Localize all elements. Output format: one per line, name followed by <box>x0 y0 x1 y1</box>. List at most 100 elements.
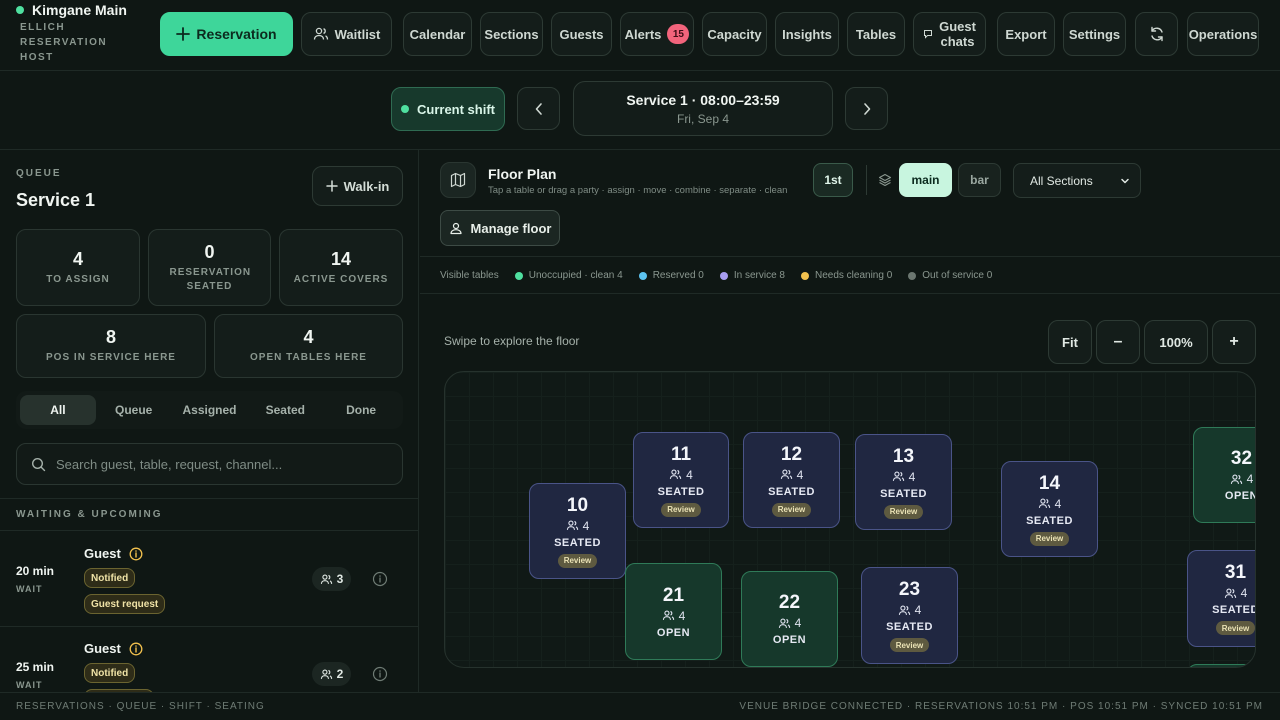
table-card-32[interactable]: 32 4 OPEN <box>1193 427 1255 523</box>
waitlist-button[interactable]: Waitlist <box>301 12 392 56</box>
guests-button[interactable]: Guests <box>551 12 612 56</box>
settings-button[interactable]: Settings <box>1063 12 1126 56</box>
capacity-button[interactable]: Capacity <box>702 12 767 56</box>
review-badge[interactable]: Review <box>771 502 812 517</box>
venue-subtitle: ELLICH RESERVATION HOST <box>20 22 108 63</box>
wait-time: 25 min WAIT <box>16 660 54 690</box>
table-number: 31 <box>1224 562 1247 583</box>
chevron-down-icon <box>1121 178 1129 183</box>
export-button[interactable]: Export <box>997 12 1055 56</box>
refresh-button[interactable] <box>1135 12 1178 56</box>
table-card-14[interactable]: 14 4 SEATED Review <box>1001 461 1098 557</box>
filter-tab-queue[interactable]: Queue <box>96 395 172 425</box>
zoom-out-button[interactable]: – <box>1096 320 1140 364</box>
table-capacity-value: 4 <box>678 608 686 623</box>
current-shift-button[interactable]: Current shift <box>391 87 505 131</box>
floor-header-divider <box>420 256 1280 257</box>
zoom-in-button[interactable]: + <box>1212 320 1256 364</box>
stat-pos-in-service: 8 POS IN SERVICE HERE <box>16 314 206 378</box>
users-icon <box>669 469 682 479</box>
wait-label: WAIT <box>16 680 43 690</box>
stat-label: ACTIVE COVERS <box>293 273 389 285</box>
search-input[interactable] <box>56 456 388 472</box>
plus-icon <box>325 180 338 192</box>
legend-label: Out of service 0 <box>922 270 993 281</box>
filter-tab-assigned[interactable]: Assigned <box>172 395 248 425</box>
queue-list-item[interactable]: 25 min WAIT Guest Notified 2 <box>0 626 419 692</box>
review-badge[interactable]: Review <box>661 502 701 517</box>
table-card-10[interactable]: 10 4 SEATED Review <box>529 483 626 579</box>
queue-section-label: QUEUE <box>16 168 62 179</box>
brand: Kimgane Main ELLICH RESERVATION HOST <box>16 2 156 65</box>
review-badge[interactable]: Review <box>557 553 598 568</box>
floor-level-chip[interactable]: 1st <box>813 163 853 197</box>
wait-label: WAIT <box>16 584 43 594</box>
previous-shift-button[interactable] <box>517 87 560 130</box>
users-icon <box>780 469 792 479</box>
filter-tab-seated[interactable]: Seated <box>247 395 323 425</box>
review-badge[interactable]: Review <box>1029 531 1070 546</box>
table-capacity-value: 4 <box>908 469 916 484</box>
calendar-button[interactable]: Calendar <box>403 12 472 56</box>
info-icon[interactable] <box>372 666 388 682</box>
warning-info-icon <box>129 547 143 560</box>
review-badge[interactable]: Review <box>1215 621 1255 635</box>
table-capacity-value: 4 <box>1240 586 1248 600</box>
users-icon <box>898 605 910 615</box>
queue-search <box>16 443 403 485</box>
party-size: 3 <box>312 567 351 591</box>
walk-in-button[interactable]: Walk-in <box>312 166 403 206</box>
filter-tab-all[interactable]: All <box>20 395 96 425</box>
table-capacity-value: 4 <box>1246 472 1254 486</box>
legend-label: In service 8 <box>733 270 785 281</box>
legend-dot <box>908 271 917 280</box>
review-badge[interactable]: Review <box>883 504 924 519</box>
area-main-chip[interactable]: main <box>899 163 952 197</box>
walk-in-label: Walk-in <box>343 178 390 194</box>
stat-value: 0 <box>204 241 215 262</box>
legend-item-in-service: In service 8 <box>719 270 785 281</box>
party-size-value: 2 <box>336 667 344 681</box>
table-card-partial[interactable] <box>1187 664 1255 667</box>
zoom-fit-button[interactable]: Fit <box>1048 320 1092 364</box>
insights-button[interactable]: Insights <box>775 12 839 56</box>
alerts-button[interactable]: Alerts 15 <box>620 12 694 56</box>
manage-floor-button[interactable]: Manage floor <box>440 210 560 246</box>
reservation-button[interactable]: Reservation <box>160 12 293 56</box>
user-pin-icon <box>449 222 462 235</box>
guest-name: Guest <box>84 641 143 656</box>
users-icon <box>313 27 328 40</box>
guest-chats-button[interactable]: Guest chats <box>913 12 986 56</box>
guest-name: Guest <box>84 546 143 561</box>
table-card-21[interactable]: 21 4 OPEN <box>625 563 722 660</box>
table-card-12[interactable]: 12 4 SEATED Review <box>743 432 840 528</box>
table-card-11[interactable]: 11 4 SEATED Review <box>633 432 729 528</box>
table-capacity: 4 <box>669 468 693 482</box>
legend-dot <box>719 271 728 280</box>
queue-list-item[interactable]: 20 min WAIT Guest Notified Guest request… <box>0 530 419 626</box>
table-card-23[interactable]: 23 4 SEATED Review <box>861 567 958 664</box>
service-selector[interactable]: Service 1 · 08:00–23:59 Fri, Sep 4 <box>573 81 833 136</box>
stat-label: RESERVATION SEATED <box>169 266 252 292</box>
stat-open-tables: 4 OPEN TABLES HERE <box>214 314 403 378</box>
filter-tab-done[interactable]: Done <box>323 395 399 425</box>
refresh-icon <box>1150 26 1163 42</box>
legend-label: Reserved 0 <box>652 270 704 281</box>
guest-name-label: Guest <box>84 641 121 656</box>
info-icon[interactable] <box>372 571 388 587</box>
next-shift-button[interactable] <box>845 87 888 130</box>
table-capacity: 4 <box>566 519 589 533</box>
stat-value: 4 <box>303 327 314 347</box>
sections-button[interactable]: Sections <box>480 12 543 56</box>
legend-item-unoccupied: Unoccupied · clean 4 <box>514 270 623 281</box>
review-badge[interactable]: Review <box>889 638 930 652</box>
section-select[interactable]: All Sections <box>1013 163 1141 198</box>
table-card-13[interactable]: 13 4 SEATED Review <box>855 434 952 530</box>
table-number: 13 <box>892 445 915 467</box>
table-card-22[interactable]: 22 4 OPEN <box>741 571 838 667</box>
operations-button[interactable]: Operations <box>1187 12 1259 56</box>
floor-canvas[interactable]: 10 4 SEATED Review 11 4 SEATED Review 12 4 SEATED R… <box>444 371 1256 668</box>
tables-button[interactable]: Tables <box>847 12 905 56</box>
table-card-31[interactable]: 31 4 SEATED Review <box>1187 550 1255 647</box>
area-bar-chip[interactable]: bar <box>958 163 1001 197</box>
